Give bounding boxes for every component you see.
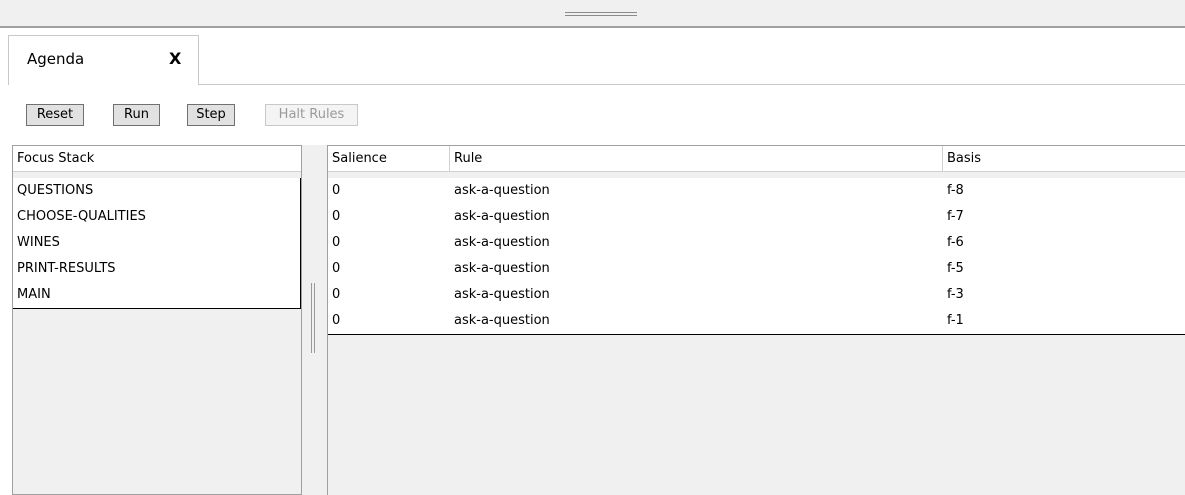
splitter-grip-icon[interactable] — [565, 12, 637, 16]
tab-agenda[interactable]: Agenda X — [8, 35, 199, 85]
cell-rule[interactable]: ask-a-question — [450, 282, 944, 309]
cell-salience[interactable]: 0 — [328, 282, 451, 309]
focus-stack-item[interactable]: PRINT-RESULTS — [13, 256, 301, 283]
cell-basis[interactable]: f-6 — [943, 230, 1185, 257]
cell-basis[interactable]: f-3 — [943, 282, 1185, 309]
tab-close-icon[interactable]: X — [169, 49, 181, 68]
cell-basis[interactable]: f-7 — [943, 204, 1185, 231]
cell-salience[interactable]: 0 — [328, 204, 451, 231]
focus-stack-header[interactable]: Focus Stack — [13, 146, 301, 172]
column-header-salience[interactable]: Salience — [328, 146, 450, 172]
cell-salience[interactable]: 0 — [328, 256, 451, 283]
focus-stack-item[interactable]: WINES — [13, 230, 301, 257]
cell-rule[interactable]: ask-a-question — [450, 230, 944, 257]
focus-stack-panel: Focus Stack QUESTIONS CHOOSE-QUALITIES W… — [12, 145, 302, 495]
cell-rule[interactable]: ask-a-question — [450, 256, 944, 283]
cell-rule[interactable]: ask-a-question — [450, 178, 944, 205]
cell-salience[interactable]: 0 — [328, 230, 451, 257]
focus-stack-item[interactable]: CHOOSE-QUALITIES — [13, 204, 301, 231]
cell-salience[interactable]: 0 — [328, 308, 451, 335]
tab-strip-divider — [199, 84, 1185, 85]
cell-basis[interactable]: f-8 — [943, 178, 1185, 205]
cell-rule[interactable]: ask-a-question — [450, 308, 944, 335]
cell-basis[interactable]: f-5 — [943, 256, 1185, 283]
step-button[interactable]: Step — [187, 104, 235, 126]
splitter-grip-vertical-icon[interactable] — [311, 283, 315, 353]
focus-stack-item[interactable]: QUESTIONS — [13, 178, 301, 205]
agenda-table-panel: Salience Rule Basis 0 ask-a-question f-8… — [327, 145, 1185, 495]
column-header-basis[interactable]: Basis — [943, 146, 1185, 172]
focus-stack-item[interactable]: MAIN — [13, 282, 301, 309]
reset-button[interactable]: Reset — [26, 104, 84, 126]
cell-basis[interactable]: f-1 — [943, 308, 1185, 335]
run-button[interactable]: Run — [113, 104, 160, 126]
top-splitter[interactable] — [0, 0, 1185, 28]
cell-rule[interactable]: ask-a-question — [450, 204, 944, 231]
tab-agenda-label: Agenda — [27, 50, 85, 68]
halt-rules-button[interactable]: Halt Rules — [265, 104, 358, 126]
cell-salience[interactable]: 0 — [328, 178, 451, 205]
column-header-rule[interactable]: Rule — [450, 146, 943, 172]
